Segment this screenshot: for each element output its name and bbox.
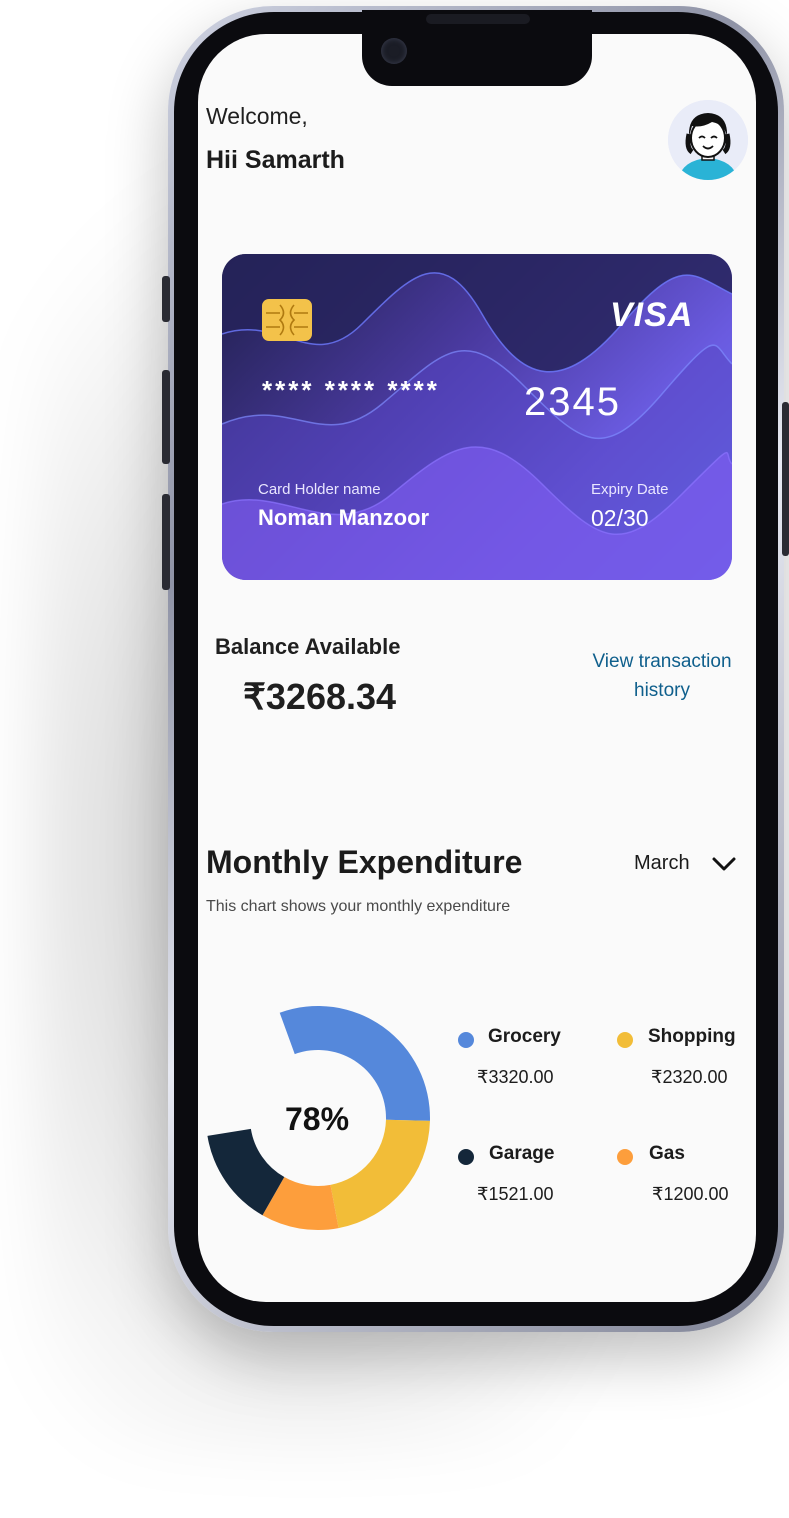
legend-dot-gas (617, 1149, 633, 1165)
view-link-line1: View transaction (592, 651, 732, 672)
card-holder-name: Noman Manzoor (258, 505, 430, 530)
card-number-last4: 2345 (524, 380, 621, 424)
balance-value: ₹3268.34 (243, 676, 397, 717)
balance-label: Balance Available (215, 634, 401, 659)
expiry-value: 02/30 (591, 505, 649, 531)
avatar-illustration-icon (668, 100, 748, 180)
avatar[interactable] (668, 100, 748, 180)
legend-dot-grocery (458, 1032, 474, 1048)
speaker-grille (426, 14, 530, 24)
legend-value-gas: ₹1200.00 (652, 1184, 729, 1204)
card-holder-label: Card Holder name (258, 481, 381, 498)
legend-label-garage: Garage (489, 1143, 555, 1164)
legend-label-gas: Gas (649, 1143, 685, 1164)
user-greeting: Hii Samarth (206, 146, 345, 174)
welcome-text: Welcome, (206, 103, 308, 129)
expenditure-donut-chart: 78% (207, 1006, 430, 1230)
mute-switch (162, 276, 170, 322)
legend-label-shopping: Shopping (648, 1026, 736, 1047)
view-link-line2: history (634, 680, 690, 701)
section-subtitle: This chart shows your monthly expenditur… (206, 898, 511, 915)
legend-value-grocery: ₹3320.00 (477, 1067, 554, 1087)
legend-label-grocery: Grocery (488, 1026, 561, 1047)
power-button (782, 402, 789, 556)
visa-logo: VISA (610, 296, 694, 334)
chevron-down-icon[interactable] (710, 852, 738, 876)
legend-value-shopping: ₹2320.00 (651, 1067, 728, 1087)
view-transaction-history-link[interactable]: View transaction history (572, 647, 752, 705)
month-selector[interactable]: March (634, 852, 690, 875)
card-number-masked: **** **** **** (262, 375, 440, 405)
legend-dot-shopping (617, 1032, 633, 1048)
section-title: Monthly Expenditure (206, 844, 523, 880)
donut-center-label: 78% (285, 1101, 349, 1137)
volume-down-button (162, 494, 170, 590)
legend-dot-garage (458, 1149, 474, 1165)
legend-value-garage: ₹1521.00 (477, 1184, 554, 1204)
front-camera (381, 38, 407, 64)
card-chip-icon (262, 299, 312, 341)
volume-up-button (162, 370, 170, 464)
expiry-label: Expiry Date (591, 481, 669, 498)
